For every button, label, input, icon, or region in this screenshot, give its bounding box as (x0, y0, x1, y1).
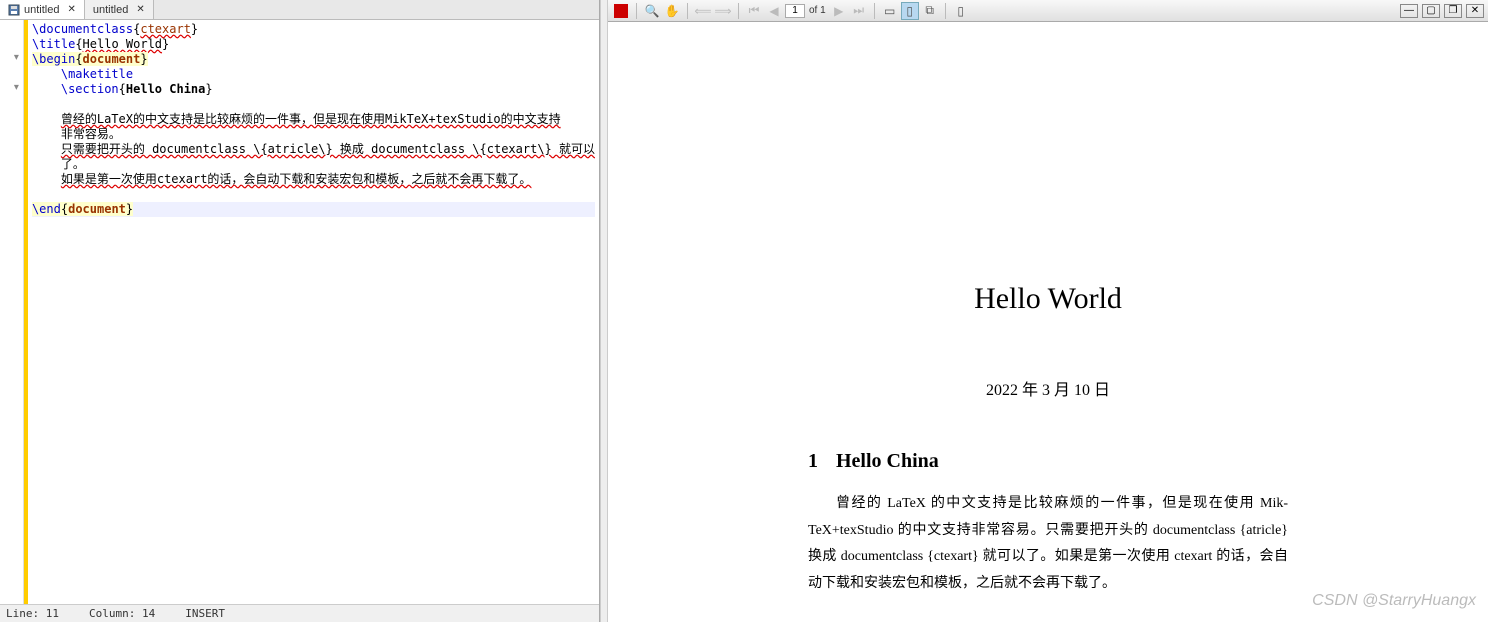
hand-tool-icon[interactable]: ✋ (663, 2, 681, 20)
status-column: Column: 14 (89, 607, 155, 620)
save-disk-icon (8, 4, 20, 16)
code-text: 非常容易。 (61, 127, 121, 141)
code-text: 只需要把开头的 documentclass \{atricle\} 换成 doc… (61, 142, 595, 156)
editor-area[interactable]: ▾ ▾ \documentclass{ctexart} \title{Hello… (0, 20, 599, 604)
code-text: 如果是第一次使用ctexart的话，会自动下载和安装宏包和模板，之后就不会再下载… (61, 172, 532, 186)
latex-command: \end (32, 202, 61, 216)
tab-label: untitled (93, 4, 128, 16)
restore-icon[interactable]: ❐ (1444, 4, 1462, 18)
view-single-icon[interactable]: ▭ (881, 2, 899, 20)
first-page-icon[interactable]: ⏮ (745, 2, 763, 20)
nav-back-icon[interactable]: ⟸ (694, 2, 712, 20)
prev-page-icon[interactable]: ◀ (765, 2, 783, 20)
status-line: Line: 11 (6, 607, 59, 620)
editor-tab-bar: untitled ✕ untitled ✕ (0, 0, 599, 20)
editor-tab-1[interactable]: untitled ✕ (0, 0, 85, 19)
close-icon[interactable]: ✕ (67, 4, 75, 15)
watermark: CSDN @StarryHuangx (1312, 592, 1476, 610)
pdf-section-number: 1 (808, 450, 818, 472)
last-page-icon[interactable]: ⏭ (850, 2, 868, 20)
pdf-viewport[interactable]: Hello World 2022 年 3 月 10 日 1 Hello China… (608, 22, 1488, 622)
code-text: 了。 (61, 157, 85, 171)
maximize-icon[interactable]: ▢ (1422, 4, 1440, 18)
editor-pane: untitled ✕ untitled ✕ ▾ ▾ \documentclass… (0, 0, 600, 622)
view-facing-icon[interactable]: ⧉ (921, 2, 939, 20)
code-editor[interactable]: \documentclass{ctexart} \title{Hello Wor… (28, 20, 599, 604)
latex-arg: Hello World (83, 37, 162, 51)
pdf-section-heading: 1 Hello China (808, 450, 1288, 473)
latex-arg: document (68, 202, 126, 216)
page-number-input[interactable] (785, 4, 805, 18)
editor-status-bar: Line: 11 Column: 14 INSERT (0, 604, 599, 622)
latex-command: \title (32, 37, 75, 51)
pane-divider[interactable] (600, 0, 608, 622)
status-mode: INSERT (185, 607, 225, 620)
editor-gutter: ▾ ▾ (0, 20, 24, 604)
minimize-icon[interactable]: — (1400, 4, 1418, 18)
pdf-body-text: 曾经的 LaTeX 的中文支持是比较麻烦的一件事，但是现在使用 Mik-TeX+… (808, 491, 1288, 597)
zoom-icon[interactable]: 🔍 (643, 2, 661, 20)
latex-arg: document (83, 52, 141, 66)
pdf-toolbar: 🔍 ✋ ⟸ ⟹ ⏮ ◀ of 1 ▶ ⏭ ▭ ▯ ⧉ ▯ — ▢ ❐ ✕ (608, 0, 1488, 22)
fold-marker-icon[interactable]: ▾ (0, 50, 23, 65)
latex-arg: ctexart (140, 22, 191, 36)
window-controls: — ▢ ❐ ✕ (1400, 4, 1484, 18)
close-window-icon[interactable]: ✕ (1466, 4, 1484, 18)
nav-forward-icon[interactable]: ⟹ (714, 2, 732, 20)
next-page-icon[interactable]: ▶ (830, 2, 848, 20)
latex-command: \section (61, 82, 119, 96)
pdf-page: Hello World 2022 年 3 月 10 日 1 Hello China… (748, 22, 1348, 622)
code-text: 曾经的LaTeX的中文支持是比较麻烦的一件事，但是现在使用MikTeX+texS… (61, 112, 561, 126)
page-count-label: of 1 (809, 5, 826, 16)
pdf-app-icon (612, 2, 630, 20)
pdf-date: 2022 年 3 月 10 日 (808, 376, 1288, 400)
close-icon[interactable]: ✕ (136, 4, 144, 15)
fold-marker-icon[interactable]: ▾ (0, 80, 23, 95)
view-continuous-icon[interactable]: ▯ (901, 2, 919, 20)
pdf-section-title: Hello China (836, 450, 939, 472)
latex-arg: Hello China (126, 82, 205, 96)
editor-tab-2[interactable]: untitled ✕ (85, 0, 154, 19)
latex-command: \maketitle (61, 67, 133, 81)
view-book-icon[interactable]: ▯ (952, 2, 970, 20)
pdf-title: Hello World (808, 282, 1288, 316)
tab-label: untitled (24, 4, 59, 16)
latex-command: \begin (32, 52, 75, 66)
pdf-viewer-pane: 🔍 ✋ ⟸ ⟹ ⏮ ◀ of 1 ▶ ⏭ ▭ ▯ ⧉ ▯ — ▢ ❐ ✕ Hel… (608, 0, 1488, 622)
latex-command: \documentclass (32, 22, 133, 36)
